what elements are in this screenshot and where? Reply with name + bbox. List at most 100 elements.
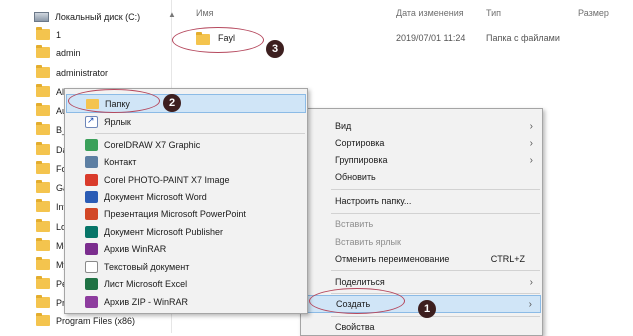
disk-icon <box>34 11 49 22</box>
menu-item-sort[interactable]: Сортировка › <box>302 134 541 152</box>
chevron-right-icon: › <box>528 298 532 310</box>
menu-item-undo-rename[interactable]: Отменить переименование CTRL+Z <box>302 250 541 268</box>
menu-item-label: Вид <box>335 121 352 131</box>
folder-icon <box>36 313 50 326</box>
new-submenu: Папку Ярлык CorelDRAW X7 Graphic Контакт… <box>64 88 308 314</box>
tree-item-label: Program Files (x86) <box>56 315 136 326</box>
folder-icon <box>36 238 50 251</box>
menu-item-label: Текстовый документ <box>104 262 190 272</box>
tree-item[interactable]: admin <box>36 44 81 61</box>
text-document-icon <box>85 261 98 273</box>
submenu-item-publisher[interactable]: Документ Microsoft Publisher <box>66 223 306 241</box>
chevron-up-icon[interactable]: ▲ <box>168 10 176 19</box>
submenu-item-powerpoint[interactable]: Презентация Microsoft PowerPoint <box>66 205 306 223</box>
folder-icon <box>36 84 50 97</box>
menu-item-customize-folder[interactable]: Настроить папку... <box>302 192 541 210</box>
column-header-row: Имя Дата изменения Тип Размер <box>178 8 633 24</box>
folder-icon <box>36 199 50 212</box>
publisher-icon <box>85 226 98 238</box>
folder-icon <box>36 219 50 232</box>
photopaint-icon <box>85 174 98 186</box>
menu-item-label: Лист Microsoft Excel <box>104 279 188 289</box>
menu-item-label: Обновить <box>335 172 376 182</box>
menu-item-label: Ярлык <box>104 117 131 127</box>
menu-item-label: CorelDRAW X7 Graphic <box>104 140 201 150</box>
menu-item-label: Вставить ярлык <box>335 237 401 247</box>
column-header-size[interactable]: Размер <box>578 8 609 18</box>
tree-item-label: Локальный диск (C:) <box>55 11 141 22</box>
folder-icon <box>36 27 50 40</box>
chevron-right-icon: › <box>529 276 533 288</box>
tree-item[interactable]: Program Files (x86) <box>36 312 135 329</box>
file-type: Папка с файлами <box>486 33 560 43</box>
chevron-right-icon: › <box>529 137 533 149</box>
folder-icon <box>36 122 50 135</box>
menu-item-view[interactable]: Вид › <box>302 117 541 135</box>
zip-archive-icon <box>85 296 98 308</box>
menu-item-group[interactable]: Группировка › <box>302 151 541 169</box>
menu-separator <box>331 270 540 271</box>
step-badge-3: 3 <box>266 40 284 58</box>
menu-item-label: Вставить <box>335 219 374 229</box>
annotation-ring-file <box>172 27 264 53</box>
step-badge-1: 1 <box>418 300 436 318</box>
menu-item-label: Контакт <box>104 157 137 167</box>
submenu-item-shortcut[interactable]: Ярлык <box>66 113 306 131</box>
tree-item-local-disk[interactable]: Локальный диск (C:) <box>34 8 140 25</box>
submenu-item-text[interactable]: Текстовый документ <box>66 258 306 276</box>
folder-icon <box>36 161 50 174</box>
excel-icon <box>85 278 98 290</box>
coreldraw-icon <box>85 139 98 151</box>
menu-separator <box>331 189 540 190</box>
menu-item-label: Архив ZIP - WinRAR <box>104 297 189 307</box>
menu-item-label: Сортировка <box>335 138 385 148</box>
menu-item-label: Архив WinRAR <box>104 244 167 254</box>
folder-icon <box>36 180 50 193</box>
step-badge-2: 2 <box>163 94 181 112</box>
folder-icon <box>36 257 50 270</box>
tree-item-label: admin <box>56 47 81 58</box>
submenu-item-photopaint[interactable]: Corel PHOTO-PAINT X7 Image <box>66 171 306 189</box>
column-header-name[interactable]: Имя <box>196 8 214 18</box>
menu-separator <box>331 316 540 317</box>
menu-item-label: Свойства <box>335 322 375 332</box>
folder-icon <box>36 295 50 308</box>
menu-item-label: Группировка <box>335 155 388 165</box>
menu-item-label: Документ Microsoft Publisher <box>104 227 223 237</box>
tree-item-label: 1 <box>56 29 62 40</box>
submenu-item-coreldraw[interactable]: CorelDRAW X7 Graphic <box>66 136 306 154</box>
menu-item-label: Документ Microsoft Word <box>104 192 207 202</box>
menu-separator <box>95 133 305 134</box>
submenu-item-winrar[interactable]: Архив WinRAR <box>66 240 306 258</box>
menu-item-label: Презентация Microsoft PowerPoint <box>104 209 246 219</box>
menu-separator <box>331 213 540 214</box>
menu-item-paste[interactable]: Вставить <box>302 215 541 233</box>
column-header-date[interactable]: Дата изменения <box>396 8 464 18</box>
menu-item-paste-shortcut[interactable]: Вставить ярлык <box>302 233 541 251</box>
submenu-item-excel[interactable]: Лист Microsoft Excel <box>66 275 306 293</box>
column-header-type[interactable]: Тип <box>486 8 501 18</box>
tree-item[interactable]: Au <box>36 102 67 119</box>
winrar-icon <box>85 243 98 255</box>
shortcut-label: CTRL+Z <box>490 254 525 264</box>
folder-icon <box>36 276 50 289</box>
folder-icon <box>36 45 50 58</box>
annotation-ring-folder <box>68 89 160 113</box>
folder-icon <box>36 142 50 155</box>
folder-icon <box>36 103 50 116</box>
folder-icon <box>36 65 50 78</box>
submenu-item-zip[interactable]: Архив ZIP - WinRAR <box>66 293 306 311</box>
tree-item[interactable]: 1 <box>36 26 61 43</box>
annotation-ring-create <box>309 288 405 314</box>
tree-item[interactable]: administrator <box>36 64 108 81</box>
menu-item-label: Corel PHOTO-PAINT X7 Image <box>104 175 230 185</box>
menu-item-label: Отменить переименование <box>335 254 450 264</box>
file-date: 2019/07/01 11:24 <box>396 33 466 43</box>
menu-item-refresh[interactable]: Обновить <box>302 168 541 186</box>
word-icon <box>85 191 98 203</box>
submenu-item-contact[interactable]: Контакт <box>66 153 306 171</box>
menu-item-properties[interactable]: Свойства <box>302 318 541 336</box>
chevron-right-icon: › <box>529 120 533 132</box>
submenu-item-word[interactable]: Документ Microsoft Word <box>66 188 306 206</box>
menu-item-label: Поделиться <box>335 277 385 287</box>
